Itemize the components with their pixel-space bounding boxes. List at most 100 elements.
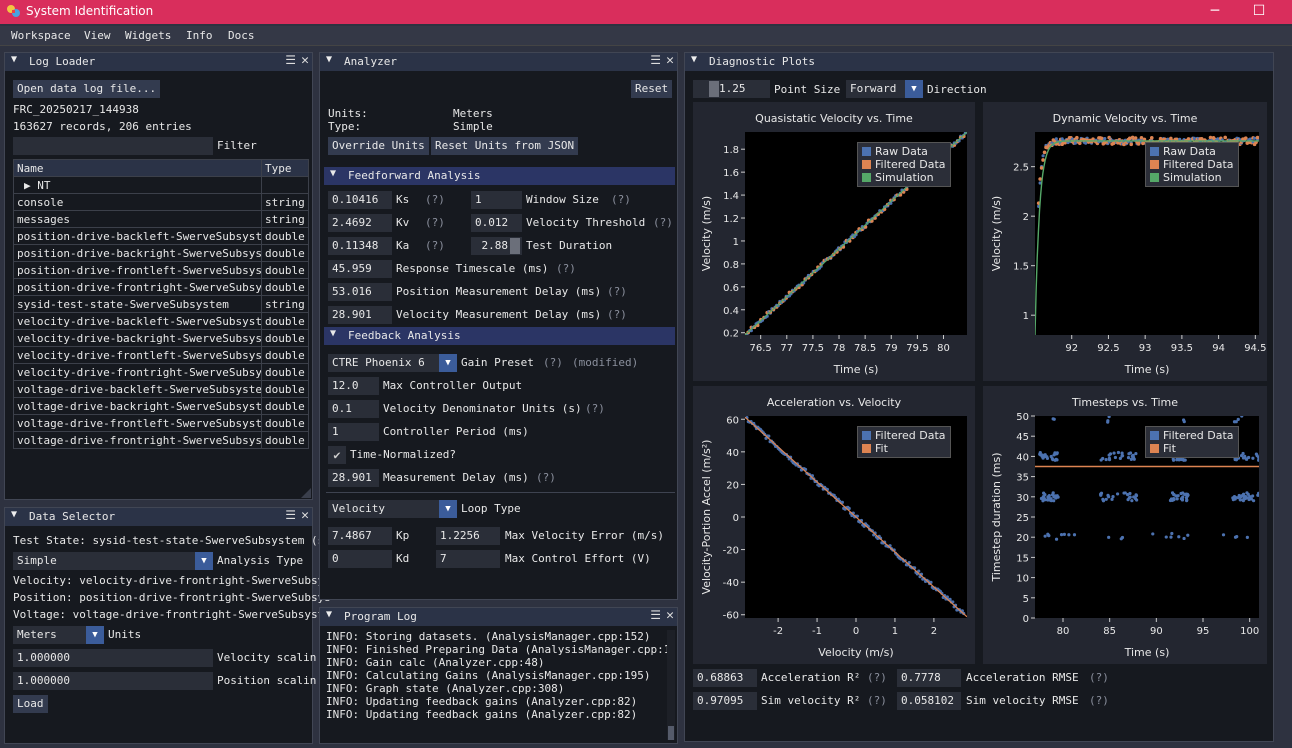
- table-row[interactable]: velocity-drive-backright-SwerveSubsystem…: [13, 329, 309, 347]
- chevron-down-icon[interactable]: ▼: [86, 626, 104, 644]
- chevron-down-icon[interactable]: ▼: [195, 552, 213, 570]
- collapse-icon[interactable]: ▼: [330, 168, 336, 179]
- data-selector-header[interactable]: ▼ Data Selector ☰ ✕: [5, 508, 312, 526]
- program-log-header[interactable]: ▼ Program Log ☰ ✕: [320, 608, 677, 626]
- menu-icon[interactable]: ☰: [285, 53, 296, 67]
- filter-input[interactable]: [13, 137, 213, 155]
- filtered-point: [1185, 494, 1189, 498]
- open-log-button[interactable]: Open data log file...: [13, 80, 161, 98]
- sim-velocity-r2-value: 0.97095: [693, 692, 757, 710]
- slider-handle[interactable]: [510, 238, 520, 254]
- maximize-button[interactable]: ☐: [1236, 0, 1282, 24]
- help-icon[interactable]: (?): [585, 402, 605, 415]
- menu-info[interactable]: Info: [186, 29, 213, 42]
- menu-icon[interactable]: ☰: [650, 608, 661, 622]
- max-control-effort-input[interactable]: 7: [436, 550, 500, 568]
- collapse-icon[interactable]: ▼: [326, 609, 332, 620]
- gain-preset-combo[interactable]: CTRE Phoenix 6 ▼: [328, 354, 457, 372]
- table-row[interactable]: velocity-drive-frontright-SwerveSubsyste…: [13, 363, 309, 381]
- table-row[interactable]: messages string: [13, 210, 309, 228]
- log-loader-header[interactable]: ▼ Log Loader ☰ ✕: [5, 53, 312, 71]
- ka-value[interactable]: 0.11348: [328, 237, 392, 255]
- menu-workspace[interactable]: Workspace: [11, 29, 71, 42]
- table-row[interactable]: velocity-drive-backleft-SwerveSubsystem d…: [13, 312, 309, 330]
- velocity-scaling-input[interactable]: 1.000000: [13, 649, 213, 667]
- close-icon[interactable]: ✕: [301, 508, 309, 523]
- table-row[interactable]: voltage-drive-backright-SwerveSubsystem d…: [13, 397, 309, 415]
- loop-type-combo[interactable]: Velocity ▼: [328, 500, 457, 518]
- time-normalized-checkbox[interactable]: ✔: [328, 446, 346, 464]
- help-icon[interactable]: (?): [543, 356, 563, 369]
- table-row[interactable]: voltage-drive-frontleft-SwerveSubsystem d…: [13, 414, 309, 432]
- collapse-icon[interactable]: ▼: [11, 509, 17, 520]
- table-row[interactable]: position-drive-frontright-SwerveSubsyste…: [13, 278, 309, 296]
- table-row[interactable]: voltage-drive-frontright-SwerveSubsystem…: [13, 431, 309, 449]
- acceleration-plot[interactable]: Acceleration vs. Velocity -2 -1 0 1 2 -60 -40 -2…: [693, 386, 975, 664]
- table-row[interactable]: sysid-test-state-SwerveSubsystem string: [13, 295, 309, 313]
- help-icon[interactable]: (?): [1089, 694, 1109, 707]
- load-button[interactable]: Load: [13, 695, 48, 713]
- table-row[interactable]: position-drive-frontleft-SwerveSubsystem…: [13, 261, 309, 279]
- position-scaling-input[interactable]: 1.000000: [13, 672, 213, 690]
- table-row[interactable]: velocity-drive-frontleft-SwerveSubsystem…: [13, 346, 309, 364]
- table-row[interactable]: ▶ NT: [13, 176, 309, 194]
- resize-grip-icon[interactable]: [301, 488, 311, 498]
- override-units-button[interactable]: Override Units: [328, 137, 429, 155]
- chevron-down-icon[interactable]: ▼: [439, 500, 457, 518]
- chevron-down-icon[interactable]: ▼: [439, 354, 457, 372]
- help-icon[interactable]: (?): [425, 239, 445, 252]
- max-controller-output-input[interactable]: 12.0: [328, 377, 379, 395]
- help-icon[interactable]: (?): [653, 216, 673, 229]
- help-icon[interactable]: (?): [607, 285, 627, 298]
- window-size-input[interactable]: 1: [471, 191, 522, 209]
- help-icon[interactable]: (?): [867, 671, 887, 684]
- table-row[interactable]: console string: [13, 193, 309, 211]
- table-row[interactable]: position-drive-backright-SwerveSubsystem…: [13, 244, 309, 262]
- feedforward-header[interactable]: ▼ Feedforward Analysis: [324, 167, 675, 185]
- close-icon[interactable]: ✕: [666, 53, 674, 68]
- reset-button[interactable]: Reset: [631, 80, 673, 98]
- close-icon[interactable]: ✕: [666, 608, 674, 623]
- menu-docs[interactable]: Docs: [228, 29, 255, 42]
- menu-icon[interactable]: ☰: [650, 53, 661, 67]
- kv-value[interactable]: 2.4692: [328, 214, 392, 232]
- collapse-icon[interactable]: ▼: [326, 54, 332, 65]
- diagnostic-header[interactable]: ▼ Diagnostic Plots: [685, 53, 1273, 71]
- ks-value[interactable]: 0.10416: [328, 191, 392, 209]
- menu-widgets[interactable]: Widgets: [125, 29, 171, 42]
- collapse-icon[interactable]: ▼: [330, 328, 336, 339]
- help-icon[interactable]: (?): [425, 193, 445, 206]
- table-row[interactable]: position-drive-backleft-SwerveSubsystem d…: [13, 227, 309, 245]
- close-icon[interactable]: ✕: [301, 53, 309, 68]
- controller-period-input[interactable]: 1: [328, 423, 379, 441]
- units-combo[interactable]: Meters ▼: [13, 626, 104, 644]
- slider-handle[interactable]: [709, 81, 719, 97]
- help-icon[interactable]: (?): [536, 471, 556, 484]
- table-row[interactable]: voltage-drive-backleft-SwerveSubsystem do…: [13, 380, 309, 398]
- analyzer-header[interactable]: ▼ Analyzer ☰ ✕: [320, 53, 677, 71]
- max-velocity-error-input[interactable]: 1.2256: [436, 527, 500, 545]
- help-icon[interactable]: (?): [425, 216, 445, 229]
- help-icon[interactable]: (?): [1089, 671, 1109, 684]
- quasistatic-plot[interactable]: Quasistatic Velocity vs. Time 76.5 77 77.5 7…: [693, 102, 975, 381]
- analysis-type-combo[interactable]: Simple ▼: [13, 552, 213, 570]
- collapse-icon[interactable]: ▼: [11, 54, 17, 65]
- menu-view[interactable]: View: [84, 29, 111, 42]
- timesteps-plot[interactable]: Timesteps vs. Time 80 85 90 95 100 0 5 10 15 20 25 3…: [983, 386, 1267, 664]
- help-icon[interactable]: (?): [611, 193, 631, 206]
- velocity-denominator-input[interactable]: 0.1: [328, 400, 379, 418]
- reset-units-json-button[interactable]: Reset Units from JSON: [431, 137, 579, 155]
- direction-combo[interactable]: Forward ▼: [846, 80, 923, 98]
- feedback-header[interactable]: ▼ Feedback Analysis: [324, 327, 675, 345]
- help-icon[interactable]: (?): [556, 262, 576, 275]
- collapse-icon[interactable]: ▼: [691, 54, 697, 65]
- dynamic-plot[interactable]: Dynamic Velocity vs. Time 92 92.5 93 93.5 94 9…: [983, 102, 1267, 381]
- minimize-button[interactable]: ─: [1192, 0, 1238, 24]
- velocity-threshold-input[interactable]: 0.012: [471, 214, 522, 232]
- point-size-slider[interactable]: 1.25: [693, 80, 770, 98]
- menu-icon[interactable]: ☰: [285, 508, 296, 522]
- help-icon[interactable]: (?): [607, 308, 627, 321]
- help-icon[interactable]: (?): [867, 694, 887, 707]
- log-scrollbar[interactable]: [667, 630, 675, 740]
- chevron-down-icon[interactable]: ▼: [905, 80, 923, 98]
